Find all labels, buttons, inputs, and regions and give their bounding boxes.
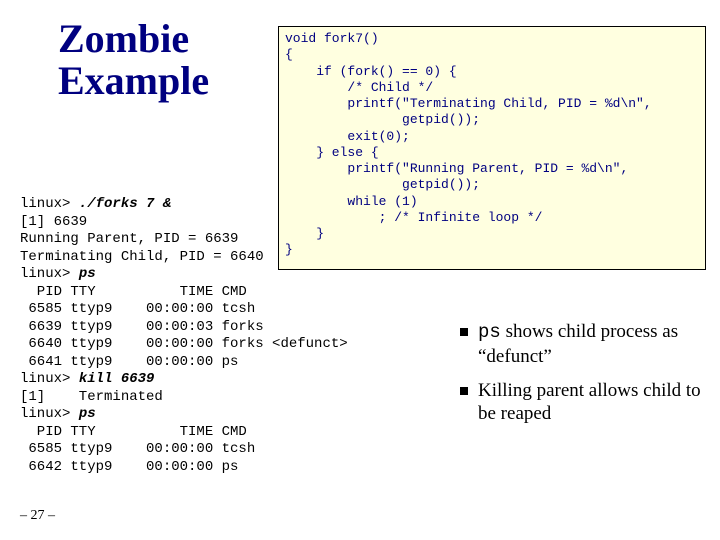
term-prompt: linux> [20,406,79,422]
term-line: PID TTY TIME CMD [20,284,247,300]
term-line: 6585 ttyp9 00:00:00 tcsh [20,301,255,317]
term-line: 6642 ttyp9 00:00:00 ps [20,459,238,475]
slide: Zombie Example void fork7() { if (fork()… [0,0,720,540]
term-cmd: ./forks 7 & [79,196,171,212]
term-prompt: linux> [20,196,79,212]
term-line: PID TTY TIME CMD [20,424,247,440]
term-line: [1] 6639 [20,214,87,230]
bullet-item: ps shows child process as “defunct” [460,320,710,369]
term-line: Running Parent, PID = 6639 [20,231,238,247]
term-line: [1] Terminated [20,389,163,405]
term-line: 6641 ttyp9 00:00:00 ps [20,354,238,370]
bullet-text: ps shows child process as “defunct” [478,320,710,369]
bullet-text: Killing parent allows child to be reaped [478,379,710,427]
title-line2: Example [58,58,209,103]
title-line1: Zombie [58,16,189,61]
bullet-icon [460,328,468,336]
term-cmd: ps [79,406,96,422]
bullet-item: Killing parent allows child to be reaped [460,379,710,427]
bullet-icon [460,387,468,395]
bullet-list: ps shows child process as “defunct” Kill… [460,320,710,436]
term-cmd: ps [79,266,96,282]
term-cmd: kill 6639 [79,371,155,387]
term-line: 6585 ttyp9 00:00:00 tcsh [20,441,255,457]
slide-title: Zombie Example [58,18,209,102]
term-prompt: linux> [20,266,79,282]
term-line: 6640 ttyp9 00:00:00 forks <defunct> [20,336,348,352]
term-line: Terminating Child, PID = 6640 [20,249,264,265]
term-prompt: linux> [20,371,79,387]
term-line: 6639 ttyp9 00:00:03 forks [20,319,264,335]
bullet-mono: ps [478,321,501,343]
terminal-output: linux> ./forks 7 & [1] 6639 Running Pare… [20,196,430,476]
bullet-tail: shows child process as “defunct” [478,321,678,367]
page-number: – 27 – [20,508,55,524]
